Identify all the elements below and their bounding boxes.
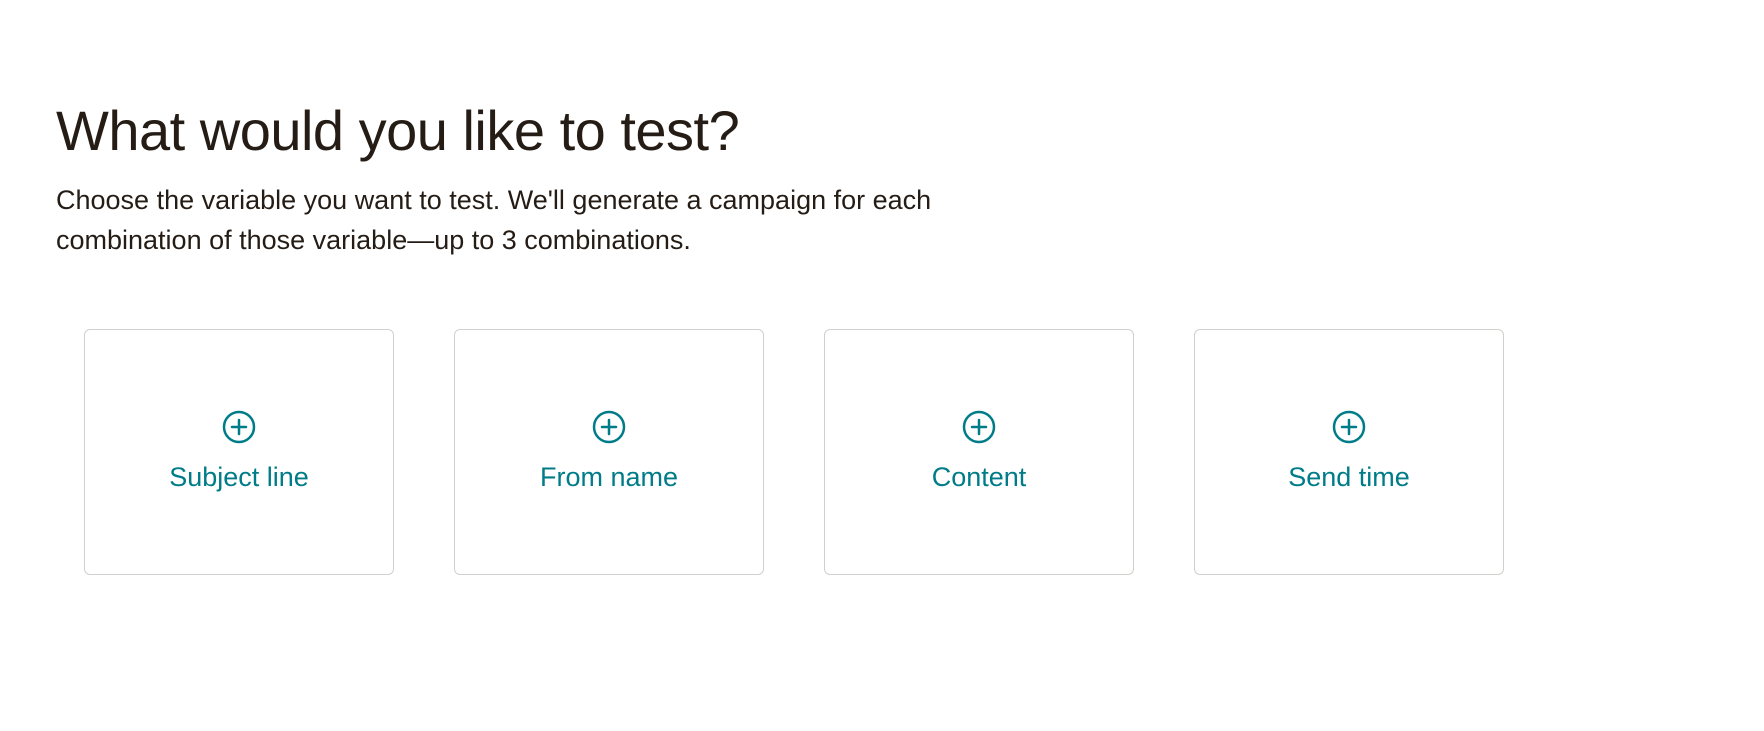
option-card-from-name[interactable]: From name [454, 329, 764, 575]
test-variable-selector: What would you like to test? Choose the … [0, 0, 1764, 575]
page-description: Choose the variable you want to test. We… [56, 180, 1056, 261]
option-card-send-time[interactable]: Send time [1194, 329, 1504, 575]
plus-circle-icon [962, 410, 996, 444]
options-row: Subject line From name Content [56, 329, 1708, 575]
option-card-content[interactable]: Content [824, 329, 1134, 575]
plus-circle-icon [222, 410, 256, 444]
plus-circle-icon [592, 410, 626, 444]
page-title: What would you like to test? [56, 100, 1708, 162]
option-card-subject-line[interactable]: Subject line [84, 329, 394, 575]
option-label: From name [540, 462, 678, 493]
option-label: Content [932, 462, 1027, 493]
option-label: Send time [1288, 462, 1410, 493]
plus-circle-icon [1332, 410, 1366, 444]
option-label: Subject line [169, 462, 309, 493]
